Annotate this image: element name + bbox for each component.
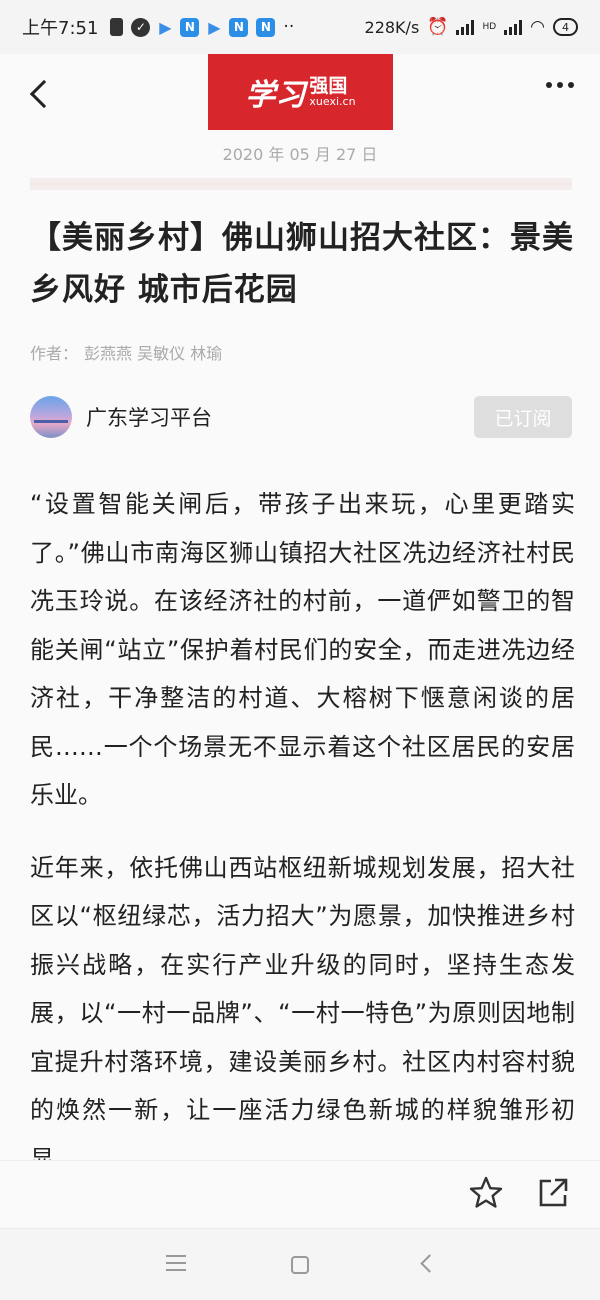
check-icon: ✓: [131, 17, 151, 37]
subscribe-button[interactable]: 已订阅: [474, 396, 572, 438]
authors-label: 作者：: [30, 344, 79, 363]
article-body: “设置智能关闸后，带孩子出来玩，心里更踏实了。”佛山市南海区狮山镇招大社区冼边经…: [30, 480, 575, 1207]
article-title: 【美丽乡村】佛山狮山招大社区：景美乡风好 城市后花园: [30, 220, 574, 308]
article-paragraph: 近年来，依托佛山西站枢纽新城规划发展，招大社区以“枢纽绿芯，活力招大”为愿景，加…: [30, 853, 575, 1173]
battery-level: 4: [562, 20, 569, 34]
source-name[interactable]: 广东学习平台: [86, 402, 212, 432]
action-bar: [0, 1160, 600, 1228]
n-app-icon: N: [229, 17, 249, 37]
source-avatar[interactable]: [30, 396, 72, 438]
article-paragraph: “设置智能关闸后，带孩子出来玩，心里更踏实了。”佛山市南海区狮山镇招大社区冼边经…: [30, 490, 575, 809]
source-row: 广东学习平台 已订阅: [30, 395, 572, 439]
more-menu-icon[interactable]: [546, 82, 574, 88]
logo-en: xuexi.cn: [309, 95, 356, 108]
signal-icon: [504, 19, 523, 35]
system-back-icon[interactable]: [420, 1254, 439, 1273]
sim-icon: [110, 18, 124, 36]
authors-names: 彭燕燕 吴敏仪 林瑜: [84, 344, 223, 363]
network-speed: 228K/s: [364, 17, 420, 37]
hd-label: HD: [482, 22, 497, 32]
logo-cn: 强国: [309, 75, 348, 97]
play-icon: ▶: [208, 17, 221, 37]
signal-icon: [456, 19, 475, 35]
header-divider: [30, 178, 572, 190]
n-app-icon: N: [180, 17, 200, 37]
wifi-icon: ◠: [530, 17, 545, 37]
article-authors: 作者： 彭燕燕 吴敏仪 林瑜: [30, 340, 222, 364]
home-icon[interactable]: [291, 1256, 309, 1274]
star-icon[interactable]: [468, 1175, 504, 1211]
menu-icon[interactable]: [166, 1255, 186, 1276]
publish-date: 2020 年 05 月 27 日: [222, 145, 378, 164]
more-notifications-indicator: ··: [283, 17, 295, 37]
nav-header: 学习 强国 xuexi.cn 2020 年 05 月 27 日: [0, 54, 600, 174]
status-bar: 上午7:51 ✓ ▶ N ▶ N N ·· 228K/s ⏰ HD ◠ 4: [0, 0, 600, 54]
app-logo: 学习 强国 xuexi.cn: [208, 54, 393, 130]
battery-icon: 4: [553, 18, 578, 36]
play-icon: ▶: [159, 17, 172, 37]
alarm-icon: ⏰: [427, 17, 449, 37]
system-nav-bar: [0, 1228, 600, 1300]
status-time: 上午7:51: [22, 18, 99, 39]
n-app-icon: N: [256, 17, 276, 37]
share-icon[interactable]: [536, 1176, 570, 1210]
back-icon[interactable]: [26, 74, 56, 114]
logo-script: 学习: [245, 78, 306, 113]
